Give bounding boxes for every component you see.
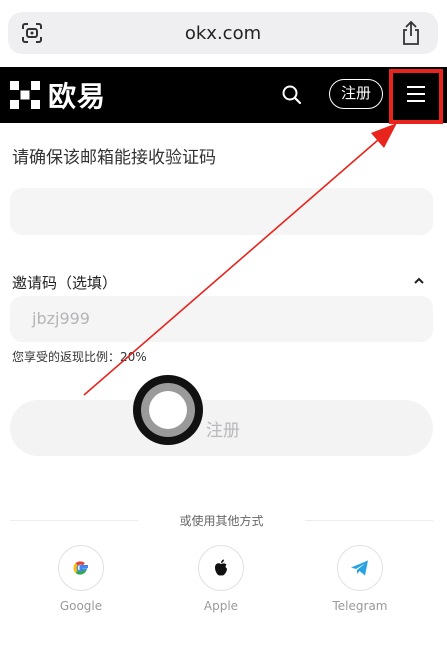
google-circle[interactable] <box>58 545 104 591</box>
url-text[interactable]: okx.com <box>8 23 438 44</box>
apple-circle[interactable] <box>198 545 244 591</box>
highlight-box <box>389 69 443 124</box>
google-icon <box>73 561 88 575</box>
apple-login-button[interactable]: Apple <box>181 545 261 613</box>
invite-code-value: jbzj999 <box>32 309 90 328</box>
social-divider: 或使用其他方式 <box>10 512 433 528</box>
divider-text: 或使用其他方式 <box>179 514 264 528</box>
google-label: Google <box>59 599 103 613</box>
register-button-label: 注册 <box>206 421 240 441</box>
telegram-label: Telegram <box>332 599 388 613</box>
chevron-up-icon[interactable] <box>412 276 426 286</box>
apple-icon <box>215 559 227 576</box>
invite-code-field[interactable]: jbzj999 <box>10 296 433 342</box>
google-login-button[interactable]: Google <box>41 545 121 613</box>
browser-url-bar[interactable]: okx.com <box>8 12 438 54</box>
email-field[interactable] <box>10 188 433 235</box>
search-icon[interactable] <box>280 83 304 107</box>
email-hint: 请确保该邮箱能接收验证码 <box>12 148 216 168</box>
invite-code-label[interactable]: 邀请码（选填） <box>12 272 117 293</box>
apple-label: Apple <box>203 599 239 613</box>
page-heading-partial <box>12 118 20 128</box>
register-nav-button[interactable]: 注册 <box>329 79 383 109</box>
register-button[interactable]: 注册 <box>10 400 433 456</box>
logo[interactable]: 欧易 <box>10 79 106 113</box>
share-icon[interactable] <box>400 20 422 46</box>
telegram-icon <box>351 560 368 576</box>
logo-text: 欧易 <box>48 80 107 113</box>
loading-spinner-icon <box>133 375 203 445</box>
okx-logo-icon <box>10 81 40 109</box>
top-navbar: 欧易 注册 <box>0 67 447 123</box>
telegram-circle[interactable] <box>337 545 383 591</box>
telegram-login-button[interactable]: Telegram <box>320 545 400 613</box>
rebate-ratio-text: 您享受的返现比例：20% <box>12 350 147 364</box>
